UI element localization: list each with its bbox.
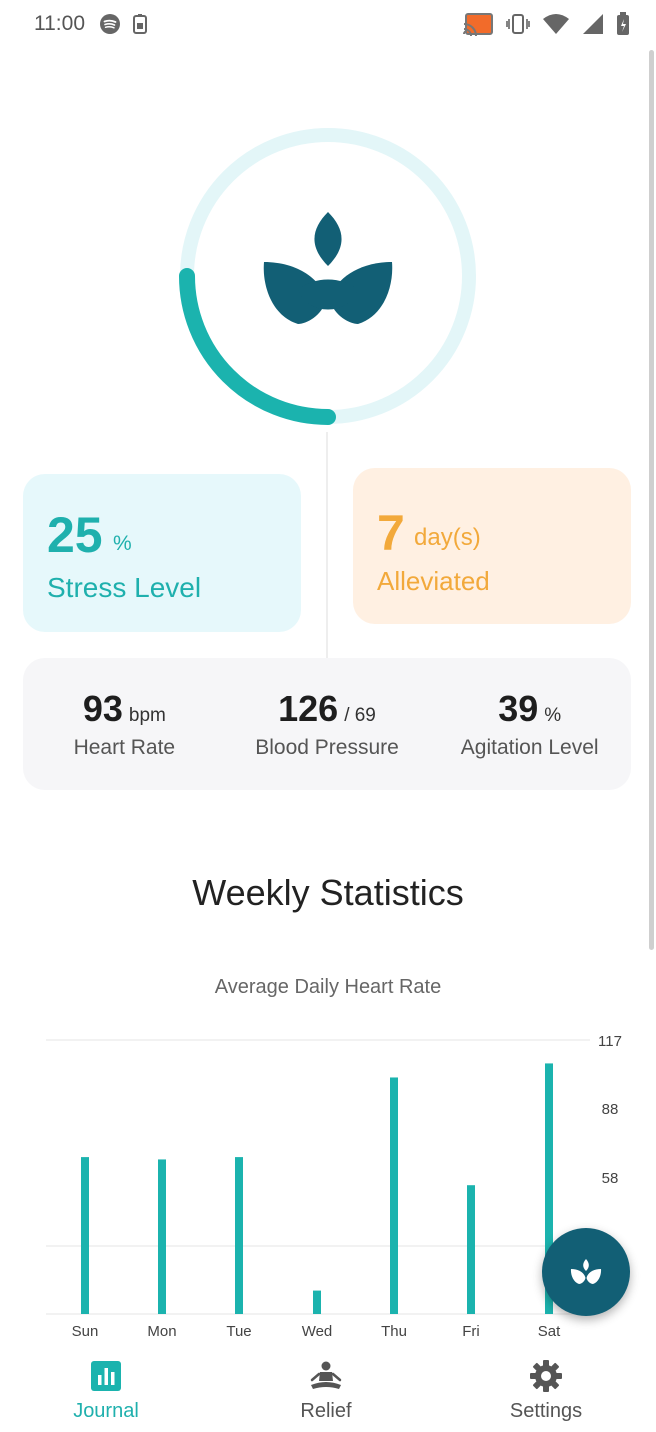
bar-thu: [390, 1077, 398, 1314]
status-time: 11:00: [34, 12, 85, 35]
wifi-icon: [543, 14, 569, 34]
y-tick-label: 58: [602, 1170, 619, 1187]
bar-mon: [158, 1159, 166, 1314]
blood-pressure-unit: / 69: [344, 705, 376, 726]
heart-rate-value: 93: [82, 688, 123, 729]
alleviated-label: Alleviated: [377, 566, 490, 596]
bar-sun: [81, 1157, 89, 1314]
status-bar: 11:00: [0, 0, 656, 48]
y-tick-label: 117: [598, 1033, 622, 1050]
bar-chart-icon: [91, 1361, 121, 1391]
x-tick-label-sat: Sat: [538, 1323, 561, 1340]
x-tick-label-mon: Mon: [147, 1323, 176, 1340]
battery-icon: [617, 12, 629, 35]
nav-settings-label: Settings: [509, 1400, 583, 1422]
blood-pressure-value: 126: [278, 688, 339, 729]
nav-relief-label: Relief: [300, 1400, 352, 1422]
alleviated-unit: day(s): [414, 524, 481, 551]
stress-progress-ring: [179, 128, 476, 425]
x-tick-label-sun: Sun: [72, 1323, 99, 1340]
heart-rate-unit: bpm: [128, 705, 166, 726]
chart-title: Average Daily Heart Rate: [214, 976, 442, 998]
bar-fri: [467, 1185, 475, 1314]
signal-icon: [583, 14, 603, 34]
blood-pressure-label: Blood Pressure: [255, 736, 399, 759]
battery-saver-icon: [133, 14, 147, 34]
x-tick-label-wed: Wed: [302, 1323, 333, 1340]
gear-icon: [530, 1360, 562, 1392]
vibrate-icon: [506, 14, 530, 34]
scrollbar[interactable]: [649, 50, 654, 950]
heart-rate-label: Heart Rate: [73, 736, 176, 759]
lotus-icon: [570, 1259, 602, 1284]
x-tick-label-fri: Fri: [462, 1323, 480, 1340]
stress-value: 25: [47, 507, 103, 563]
y-tick-label: 88: [602, 1101, 619, 1118]
vitals-card: 93 bpm Heart Rate 126 / 69 Blood Pressur…: [23, 658, 631, 790]
connector-line: [326, 432, 328, 662]
nav-relief[interactable]: Relief: [286, 1348, 366, 1423]
stress-label: Stress Level: [47, 572, 202, 603]
heart-rate-stat: 93 bpm Heart Rate: [23, 658, 226, 790]
blood-pressure-stat: 126 / 69 Blood Pressure: [226, 658, 429, 790]
stress-level-card[interactable]: 25 % Stress Level: [23, 474, 301, 632]
nav-journal[interactable]: Journal: [66, 1348, 146, 1423]
nav-settings[interactable]: Settings: [500, 1348, 592, 1423]
x-tick-label-thu: Thu: [381, 1323, 407, 1340]
nav-journal-label: Journal: [73, 1400, 139, 1422]
stress-unit: %: [113, 532, 132, 555]
agitation-level-label: Agitation Level: [460, 736, 599, 759]
cast-icon: [463, 13, 493, 36]
bottom-navigation: Journal Relief Settings: [0, 1348, 656, 1432]
x-tick-label-tue: Tue: [226, 1323, 251, 1340]
meditation-icon: [310, 1361, 342, 1389]
bar-wed: [313, 1290, 321, 1314]
alleviated-value: 7: [377, 505, 405, 561]
agitation-level-value: 39: [498, 688, 539, 729]
agitation-level-stat: 39 % Agitation Level: [428, 658, 631, 790]
alleviated-card[interactable]: 7 day(s) Alleviated: [353, 468, 631, 624]
bar-tue: [235, 1157, 243, 1314]
spotify-icon: [100, 14, 120, 34]
agitation-level-unit: %: [544, 705, 562, 726]
relief-fab-button[interactable]: [542, 1228, 630, 1316]
weekly-statistics-title: Weekly Statistics: [192, 872, 464, 913]
